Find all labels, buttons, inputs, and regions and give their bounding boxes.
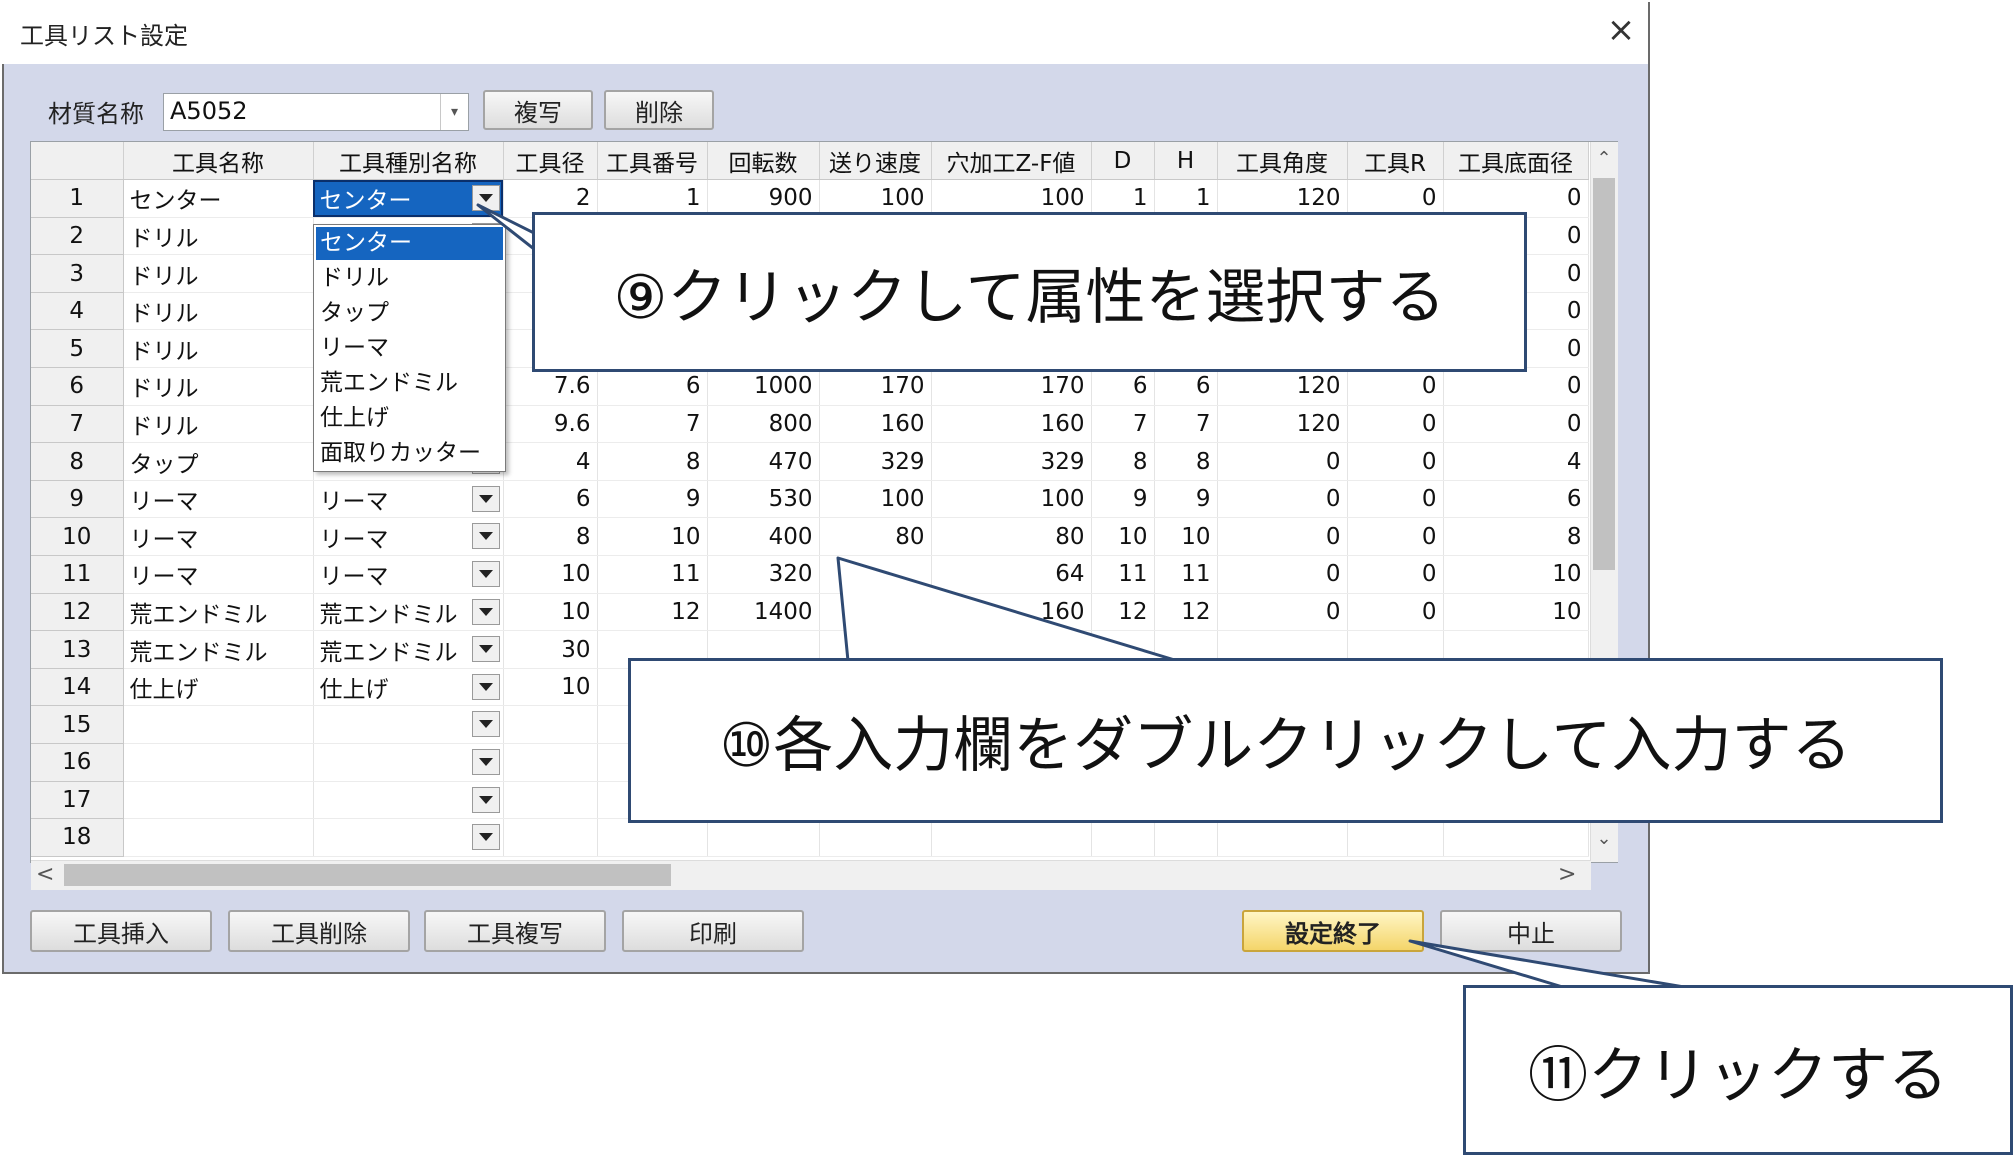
callout-pointers — [476, 203, 1692, 990]
callout-step-9: ⑨クリックして属性を選択する — [532, 212, 1527, 372]
callout-step-10: ⑩各入力欄をダブルクリックして入力する — [628, 658, 1943, 823]
callout-step-11: ⑪クリックする — [1463, 985, 2013, 1155]
